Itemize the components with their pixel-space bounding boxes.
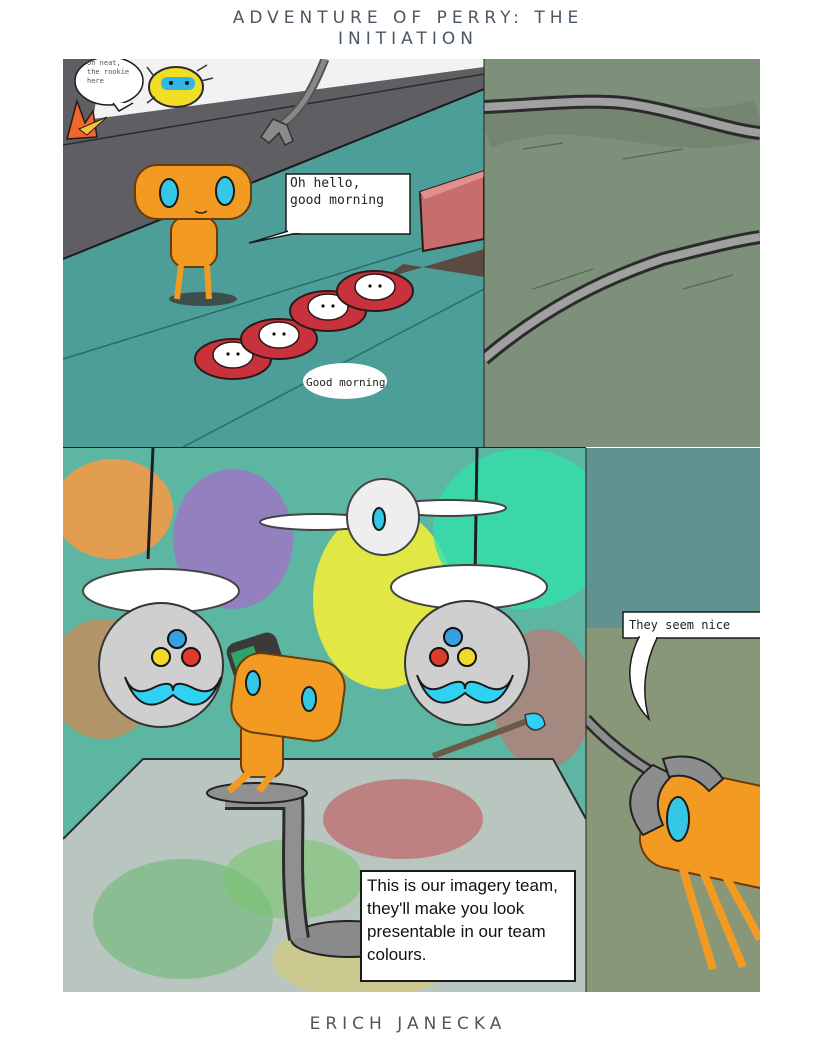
bubble-rookie-line2: the rookie bbox=[87, 68, 129, 76]
panel-border bbox=[483, 59, 485, 447]
caption-line-1: This is our imagery team, bbox=[367, 876, 558, 895]
panel-3-imagery-team: This is our imagery team, they'll make y… bbox=[63, 448, 586, 992]
speech-bubble-good-morning: Good morning bbox=[303, 363, 387, 399]
panel-border bbox=[63, 447, 586, 448]
author-credit: ERICH JANECKA bbox=[309, 1014, 507, 1034]
panel-1-welcome: Oh neat, the rookie here Oh hello, good … bbox=[63, 59, 484, 447]
bubble-nice-text: They seem nice bbox=[629, 618, 730, 632]
bubble-chorus-text: Good morning bbox=[306, 376, 385, 389]
comic-page: Oh neat, the rookie here Oh hello, good … bbox=[63, 59, 760, 992]
bubble-rookie-line3: here bbox=[87, 77, 104, 85]
caption-line-2: they'll make you look bbox=[367, 899, 525, 918]
caption-line-3: presentable in our team bbox=[367, 922, 546, 941]
caption-line-4: colours. bbox=[367, 945, 427, 964]
caption-box: This is our imagery team, they'll make y… bbox=[360, 870, 576, 982]
panel-4-closeup: They seem nice bbox=[586, 448, 760, 992]
bubble-rookie-line1: Oh neat, bbox=[87, 59, 121, 67]
bubble-hello-line2: good morning bbox=[290, 193, 384, 208]
panel-border bbox=[585, 448, 587, 992]
comic-title: ADVENTURE OF PERRY: THE INITIATION bbox=[232, 8, 584, 49]
bubble-hello-line1: Oh hello, bbox=[290, 176, 360, 191]
panel-2-rails bbox=[484, 59, 760, 447]
